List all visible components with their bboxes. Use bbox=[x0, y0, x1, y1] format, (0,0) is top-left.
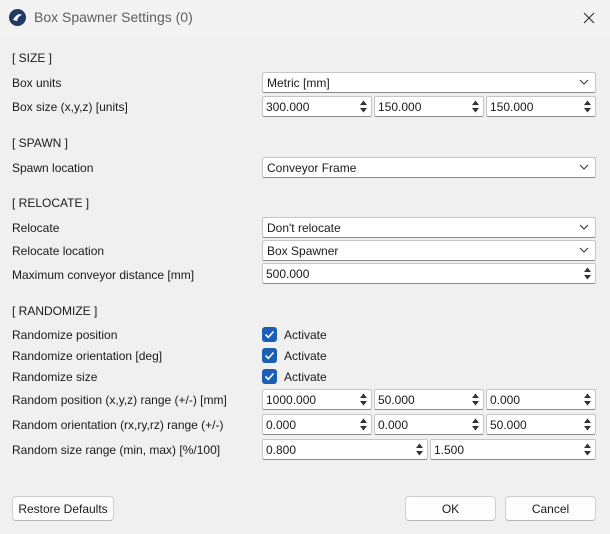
chevron-down-icon bbox=[579, 224, 589, 230]
random-size-range-label: Random size range (min, max) [%/100] bbox=[12, 443, 221, 457]
box-size-y-spinbox[interactable]: 150.000 bbox=[374, 96, 484, 117]
spin-arrows-icon[interactable] bbox=[415, 442, 424, 457]
spin-arrows-icon[interactable] bbox=[471, 99, 480, 114]
section-relocate-header: [ RELOCATE ] bbox=[12, 196, 90, 210]
relocate-label: Relocate bbox=[12, 221, 60, 235]
max-conveyor-distance-spinbox[interactable]: 500.000 bbox=[262, 263, 596, 284]
section-size-header: [ SIZE ] bbox=[12, 51, 53, 65]
spin-arrows-icon[interactable] bbox=[359, 99, 368, 114]
random-position-z-spinbox[interactable]: 0.000 bbox=[486, 389, 596, 410]
random-orientation-ry-spinbox[interactable]: 0.000 bbox=[374, 414, 484, 435]
checkmark-icon bbox=[264, 351, 275, 360]
randomize-orientation-label: Randomize orientation [deg] bbox=[12, 349, 163, 363]
section-spawn-header: [ SPAWN ] bbox=[12, 136, 69, 150]
spin-arrows-icon[interactable] bbox=[583, 266, 592, 281]
random-orientation-rz-spinbox[interactable]: 50.000 bbox=[486, 414, 596, 435]
box-size-x-spinbox[interactable]: 300.000 bbox=[262, 96, 372, 117]
checkmark-icon bbox=[264, 372, 275, 381]
box-size-x-value: 300.000 bbox=[266, 100, 310, 114]
random-orientation-rz-value: 50.000 bbox=[490, 418, 527, 432]
random-orientation-ry-value: 0.000 bbox=[378, 418, 409, 432]
randomize-position-label: Randomize position bbox=[12, 328, 118, 342]
relocate-value: Don't relocate bbox=[267, 221, 341, 235]
random-size-max-spinbox[interactable]: 1.500 bbox=[430, 439, 596, 460]
max-conveyor-distance-value: 500.000 bbox=[266, 267, 310, 281]
random-position-x-value: 1000.000 bbox=[266, 393, 317, 407]
random-size-min-spinbox[interactable]: 0.800 bbox=[262, 439, 428, 460]
random-orientation-range-label: Random orientation (rx,ry,rz) range (+/-… bbox=[12, 418, 224, 432]
randomize-orientation-checkbox[interactable] bbox=[262, 348, 277, 363]
relocate-location-label: Relocate location bbox=[12, 244, 105, 258]
box-units-label: Box units bbox=[12, 76, 62, 90]
title-bar: Box Spawner Settings (0) bbox=[0, 0, 610, 36]
spin-arrows-icon[interactable] bbox=[583, 442, 592, 457]
chevron-down-icon bbox=[579, 164, 589, 170]
random-orientation-rx-value: 0.000 bbox=[266, 418, 297, 432]
close-button[interactable] bbox=[572, 6, 606, 30]
box-size-label: Box size (x,y,z) [units] bbox=[12, 100, 128, 114]
randomize-position-checkbox[interactable] bbox=[262, 327, 277, 342]
box-units-select[interactable]: Metric [mm] bbox=[262, 72, 596, 93]
cancel-button[interactable]: Cancel bbox=[505, 496, 596, 521]
random-position-x-spinbox[interactable]: 1000.000 bbox=[262, 389, 372, 410]
close-icon bbox=[583, 12, 595, 24]
spin-arrows-icon[interactable] bbox=[359, 392, 368, 407]
spawn-location-select[interactable]: Conveyor Frame bbox=[262, 157, 596, 178]
random-position-y-spinbox[interactable]: 50.000 bbox=[374, 389, 484, 410]
box-units-value: Metric [mm] bbox=[267, 76, 330, 90]
relocate-select[interactable]: Don't relocate bbox=[262, 217, 596, 238]
spin-arrows-icon[interactable] bbox=[583, 99, 592, 114]
box-size-z-value: 150.000 bbox=[490, 100, 534, 114]
random-size-min-value: 0.800 bbox=[266, 443, 297, 457]
random-orientation-rx-spinbox[interactable]: 0.000 bbox=[262, 414, 372, 435]
random-size-max-value: 1.500 bbox=[434, 443, 465, 457]
section-randomize-header: [ RANDOMIZE ] bbox=[12, 304, 98, 318]
randomize-orientation-activate-label[interactable]: Activate bbox=[284, 349, 327, 363]
random-position-range-label: Random position (x,y,z) range (+/-) [mm] bbox=[12, 393, 227, 407]
chevron-down-icon bbox=[579, 79, 589, 85]
restore-defaults-button[interactable]: Restore Defaults bbox=[12, 496, 114, 521]
relocate-location-value: Box Spawner bbox=[267, 244, 339, 258]
chevron-down-icon bbox=[579, 247, 589, 253]
spawn-location-label: Spawn location bbox=[12, 161, 94, 175]
random-position-z-value: 0.000 bbox=[490, 393, 521, 407]
randomize-size-label: Randomize size bbox=[12, 370, 98, 384]
randomize-position-activate-label[interactable]: Activate bbox=[284, 328, 327, 342]
ok-button[interactable]: OK bbox=[405, 496, 496, 521]
spin-arrows-icon[interactable] bbox=[583, 392, 592, 407]
app-logo-icon bbox=[9, 9, 26, 26]
max-conveyor-distance-label: Maximum conveyor distance [mm] bbox=[12, 268, 195, 282]
window-title: Box Spawner Settings (0) bbox=[34, 9, 193, 25]
relocate-location-select[interactable]: Box Spawner bbox=[262, 240, 596, 261]
randomize-size-activate-label[interactable]: Activate bbox=[284, 370, 327, 384]
box-size-z-spinbox[interactable]: 150.000 bbox=[486, 96, 596, 117]
spawn-location-value: Conveyor Frame bbox=[267, 161, 357, 175]
spin-arrows-icon[interactable] bbox=[471, 417, 480, 432]
randomize-size-checkbox[interactable] bbox=[262, 369, 277, 384]
box-size-y-value: 150.000 bbox=[378, 100, 422, 114]
spin-arrows-icon[interactable] bbox=[471, 392, 480, 407]
checkmark-icon bbox=[264, 330, 275, 339]
random-position-y-value: 50.000 bbox=[378, 393, 415, 407]
spin-arrows-icon[interactable] bbox=[583, 417, 592, 432]
spin-arrows-icon[interactable] bbox=[359, 417, 368, 432]
